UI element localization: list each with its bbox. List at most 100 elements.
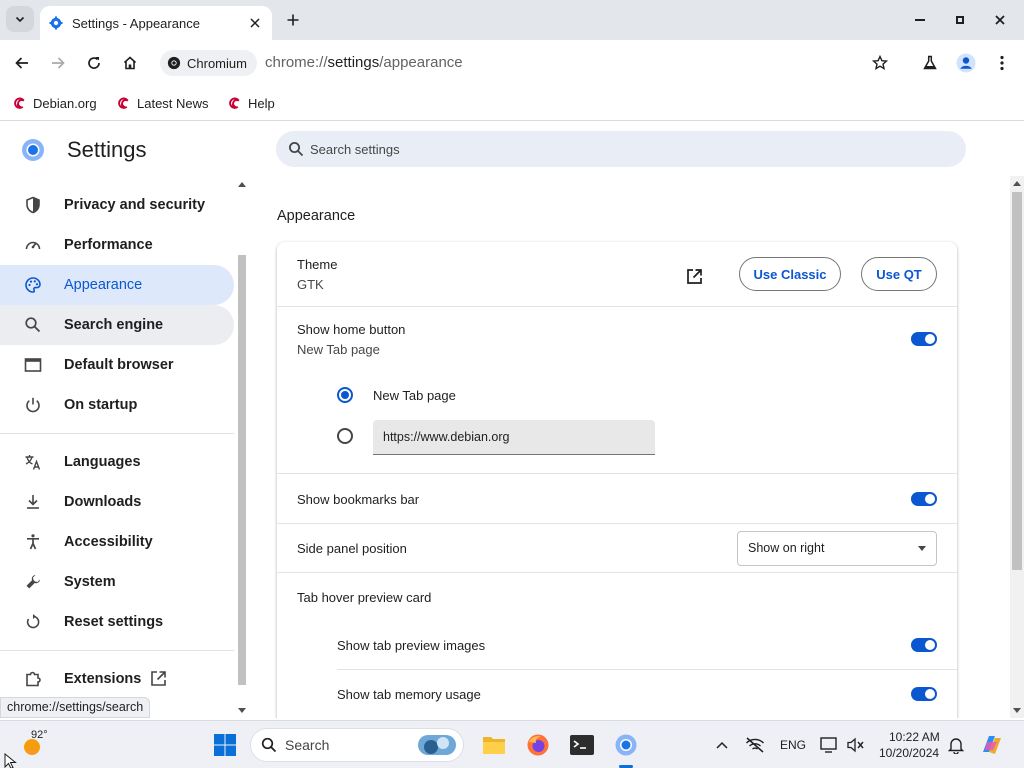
weather-temperature: 92° xyxy=(31,729,48,741)
sidebar-item-label: Appearance xyxy=(64,277,143,293)
sidebar-item-appearance[interactable]: Appearance xyxy=(0,265,234,305)
site-info-chip[interactable]: Chromium xyxy=(160,50,257,76)
taskbar-search-box[interactable]: Search xyxy=(250,728,464,762)
row-divider xyxy=(277,306,957,307)
main-scroll-thumb[interactable] xyxy=(1012,192,1022,570)
start-button[interactable] xyxy=(211,731,239,759)
maximize-button[interactable] xyxy=(948,9,972,31)
sidebar-scrollbar[interactable] xyxy=(236,176,248,718)
os-taskbar: 92° Search ENG 10:22 AM 10/20/2024 xyxy=(0,720,1024,768)
sidebar-item-on-startup[interactable]: On startup xyxy=(0,385,234,425)
home-button[interactable] xyxy=(117,50,143,76)
close-window-button[interactable] xyxy=(988,9,1012,31)
bookmark-debian-org[interactable]: Debian.org xyxy=(12,92,97,114)
sidebar-item-default-browser[interactable]: Default browser xyxy=(0,345,234,385)
maximize-icon xyxy=(956,16,964,24)
scroll-up-arrow-icon[interactable] xyxy=(238,181,246,187)
search-highlight-icon xyxy=(418,735,456,755)
taskbar-file-explorer[interactable] xyxy=(480,731,508,759)
main-scrollbar[interactable] xyxy=(1010,176,1024,718)
tray-network[interactable] xyxy=(741,731,769,759)
row-divider xyxy=(337,669,957,670)
taskbar-chromium[interactable] xyxy=(612,731,640,759)
scroll-down-arrow-icon[interactable] xyxy=(238,708,246,714)
taskbar-firefox[interactable] xyxy=(524,731,552,759)
tray-notifications[interactable] xyxy=(942,731,970,759)
folder-icon xyxy=(483,737,505,754)
tray-copilot[interactable] xyxy=(978,731,1006,759)
avatar-icon xyxy=(956,53,976,73)
tray-language[interactable]: ENG xyxy=(780,738,806,752)
tray-show-hidden-icons[interactable] xyxy=(708,731,736,759)
sidebar-item-search-engine[interactable]: Search engine xyxy=(0,305,234,345)
home-url-input[interactable]: https://www.debian.org xyxy=(373,420,655,455)
sidebar-item-reset-settings[interactable]: Reset settings xyxy=(0,602,234,642)
scroll-up-arrow-icon[interactable] xyxy=(1013,180,1021,186)
tray-date[interactable]: 10/20/2024 xyxy=(879,746,939,760)
search-icon xyxy=(261,737,277,753)
speedometer-icon xyxy=(25,241,41,250)
back-button[interactable] xyxy=(9,50,35,76)
taskbar-search-label: Search xyxy=(285,737,330,753)
more-vertical-icon xyxy=(1000,55,1004,71)
tab-memory-usage-toggle[interactable] xyxy=(911,687,937,701)
windows-logo-icon xyxy=(214,734,236,756)
bookmark-latest-news[interactable]: Latest News xyxy=(116,92,209,114)
radio-new-tab-page-label[interactable]: New Tab page xyxy=(373,388,456,403)
tray-volume[interactable] xyxy=(842,731,870,759)
toggle-knob xyxy=(925,689,935,699)
arrow-right-icon xyxy=(52,57,65,69)
power-icon xyxy=(26,397,40,413)
bookmarks-bar-toggle[interactable] xyxy=(911,492,937,506)
reload-button[interactable] xyxy=(81,50,107,76)
sidebar-item-accessibility[interactable]: Accessibility xyxy=(0,522,234,562)
forward-button[interactable] xyxy=(45,50,71,76)
debian-swirl-icon xyxy=(229,97,240,109)
tab-preview-images-toggle[interactable] xyxy=(911,638,937,652)
row-divider xyxy=(277,572,957,573)
minimize-button[interactable] xyxy=(908,9,932,31)
palette-icon xyxy=(25,277,41,293)
sidebar-item-privacy-and-security[interactable]: Privacy and security xyxy=(0,185,234,225)
sidebar-item-languages[interactable]: Languages xyxy=(0,442,234,482)
url-text[interactable]: chrome://settings/appearance xyxy=(265,54,463,71)
settings-search-box[interactable] xyxy=(276,131,966,167)
sidebar-item-label: Reset settings xyxy=(64,614,164,630)
radio-custom-url[interactable] xyxy=(337,428,353,444)
monitor-icon xyxy=(820,737,837,753)
labs-button[interactable] xyxy=(917,50,943,76)
bookmark-help[interactable]: Help xyxy=(227,92,275,114)
tab-search-button[interactable] xyxy=(6,6,34,32)
theme-open-external-button[interactable] xyxy=(682,264,706,288)
settings-search-input[interactable] xyxy=(310,141,910,157)
use-classic-button[interactable]: Use Classic xyxy=(739,257,841,291)
taskbar-terminal[interactable] xyxy=(568,731,596,759)
tab-close-button[interactable] xyxy=(246,14,264,32)
search-icon xyxy=(289,142,304,157)
browser-menu-button[interactable] xyxy=(989,50,1015,76)
tab-settings-appearance[interactable]: Settings - Appearance xyxy=(40,6,272,40)
sidebar-item-performance[interactable]: Performance xyxy=(0,225,234,265)
bookmark-label: Latest News xyxy=(137,95,209,111)
home-button-toggle[interactable] xyxy=(911,332,937,346)
network-offline-icon xyxy=(746,737,764,753)
side-panel-select[interactable]: Show on right xyxy=(737,531,937,566)
use-qt-button[interactable]: Use QT xyxy=(861,257,937,291)
sidebar-scroll-thumb[interactable] xyxy=(238,255,246,685)
tab-strip: Settings - Appearance xyxy=(0,0,1024,40)
tray-time[interactable]: 10:22 AM xyxy=(889,730,940,744)
address-bar[interactable]: Chromium chrome://settings/appearance xyxy=(156,46,908,80)
toggle-knob xyxy=(925,494,935,504)
mouse-cursor-icon xyxy=(4,753,17,768)
sidebar-item-downloads[interactable]: Downloads xyxy=(0,482,234,522)
new-tab-button[interactable] xyxy=(282,9,304,31)
side-panel-selected: Show on right xyxy=(748,541,825,555)
tray-display[interactable] xyxy=(816,731,844,759)
profile-button[interactable] xyxy=(953,50,979,76)
bookmark-star-button[interactable] xyxy=(867,50,893,76)
sidebar-item-system[interactable]: System xyxy=(0,562,234,602)
theme-label: Theme xyxy=(297,257,338,272)
sidebar-item-extensions[interactable]: Extensions xyxy=(0,659,234,699)
scroll-down-arrow-icon[interactable] xyxy=(1013,708,1021,714)
radio-new-tab-page[interactable] xyxy=(337,387,353,403)
